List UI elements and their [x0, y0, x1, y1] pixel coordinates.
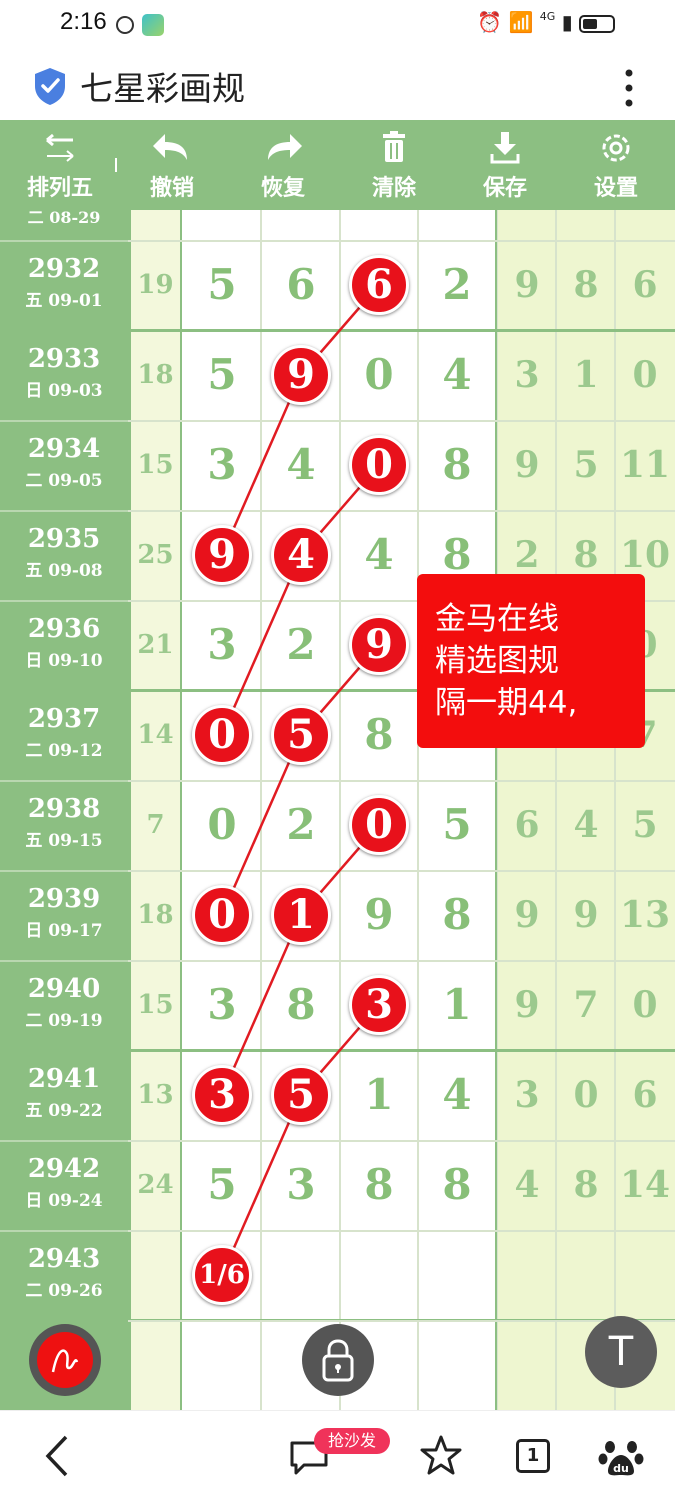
lock-icon	[322, 1339, 354, 1382]
status-app-icon	[142, 14, 164, 36]
status-right-icons: ⏰ 📶 4G ▮	[477, 10, 615, 34]
highlight-ball[interactable]: 9	[192, 525, 252, 585]
status-time: 2:16	[60, 8, 107, 35]
battery-icon	[579, 14, 615, 33]
title-bar: 七星彩画规	[0, 50, 675, 120]
highlight-ball[interactable]: 9	[349, 615, 409, 675]
more-vert-icon[interactable]	[620, 68, 638, 108]
signal-icon: ▮	[561, 10, 573, 34]
highlight-ball[interactable]: 6	[349, 255, 409, 315]
gear-icon	[602, 134, 630, 162]
toolbar-lottery-switch[interactable]: 排列五	[5, 120, 115, 210]
undo-button[interactable]: 撤销	[117, 120, 227, 210]
trash-icon	[383, 131, 405, 162]
undo-icon	[153, 134, 187, 160]
bottom-nav: 1 du	[0, 1410, 675, 1501]
note-line: 隔一期44,	[435, 685, 578, 721]
highlight-ball[interactable]: 0	[192, 885, 252, 945]
lock-button[interactable]	[302, 1324, 374, 1396]
trend-grid[interactable]: 二 08-29 2932 五 09-01 195662986 2933 日 09…	[0, 210, 675, 1410]
back-icon[interactable]	[34, 1431, 84, 1481]
toolbar-label: 清除	[371, 176, 416, 201]
scroll-top-button[interactable]: T	[585, 1316, 657, 1388]
settings-button[interactable]: 设置	[561, 120, 671, 210]
save-button[interactable]: 保存	[450, 120, 560, 210]
network-label: 4G	[539, 10, 556, 23]
toolbar-divider	[115, 158, 117, 172]
highlight-ball[interactable]: 0	[349, 435, 409, 495]
baidu-paw-icon[interactable]: du	[596, 1431, 646, 1481]
tab-count: 1	[516, 1439, 550, 1473]
redo-button[interactable]: 恢复	[228, 120, 338, 210]
toolbar-label: 保存	[482, 176, 527, 201]
highlight-ball[interactable]: 9	[271, 345, 331, 405]
highlight-ball[interactable]: 1/6	[192, 1245, 252, 1305]
highlight-ball[interactable]: 0	[192, 705, 252, 765]
redo-icon	[268, 134, 302, 160]
status-bar: 2:16 ⏰ 📶 4G ▮	[0, 0, 675, 50]
pen-button[interactable]	[29, 1324, 101, 1396]
svg-text:du: du	[613, 1462, 629, 1475]
swap-arrows-icon	[46, 133, 74, 162]
pen-icon	[37, 1332, 93, 1388]
star-icon[interactable]	[416, 1431, 466, 1481]
note-line: 金马在线	[435, 601, 559, 637]
tabs-button[interactable]: 1	[510, 1431, 560, 1481]
highlight-ball[interactable]: 3	[349, 975, 409, 1035]
toolbar-label: 恢复	[260, 176, 305, 201]
wifi-icon: 📶	[508, 10, 534, 34]
highlight-ball[interactable]: 3	[192, 1065, 252, 1125]
annotation-note[interactable]: 金马在线 精选图规 隔一期44,	[417, 574, 645, 748]
highlight-ball[interactable]: 0	[349, 795, 409, 855]
toolbar: 排列五 撤销 恢复 清除 保存 设置	[0, 120, 675, 210]
highlight-ball[interactable]: 1	[271, 885, 331, 945]
highlight-ball[interactable]: 5	[271, 705, 331, 765]
toolbar-label: 撤销	[149, 176, 194, 201]
highlight-ball[interactable]: 5	[271, 1065, 331, 1125]
highlight-ball[interactable]: 4	[271, 525, 331, 585]
download-icon	[490, 132, 520, 164]
clear-button[interactable]: 清除	[339, 120, 449, 210]
pattern-lines	[220, 284, 380, 1276]
alarm-icon: ⏰	[477, 10, 503, 34]
toolbar-label: 设置	[593, 176, 638, 201]
comment-badge: 抢沙发	[314, 1428, 390, 1454]
page-title: 七星彩画规	[80, 69, 245, 108]
shield-check-icon	[35, 68, 65, 105]
status-hexagon-icon	[116, 16, 134, 34]
note-line: 精选图规	[435, 643, 559, 679]
toolbar-label: 排列五	[26, 176, 93, 201]
